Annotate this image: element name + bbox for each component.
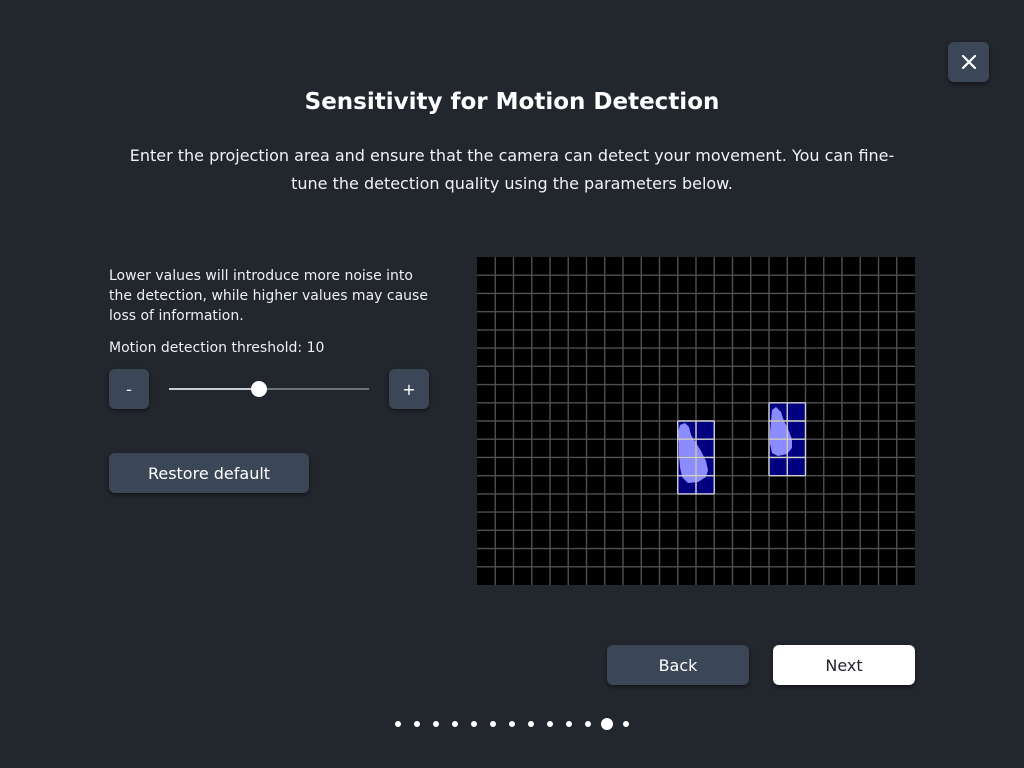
restore-default-button[interactable]: Restore default bbox=[109, 453, 309, 493]
page-dot[interactable] bbox=[471, 721, 477, 727]
page-indicator bbox=[389, 714, 635, 734]
page-dot[interactable] bbox=[623, 721, 629, 727]
decrease-threshold-button[interactable]: - bbox=[109, 369, 149, 409]
threshold-help-text: Lower values will introduce more noise i… bbox=[109, 268, 428, 324]
page-dot[interactable] bbox=[585, 721, 591, 727]
page-dot[interactable] bbox=[566, 721, 572, 727]
active-motion-cell bbox=[787, 402, 806, 421]
page-dot[interactable] bbox=[452, 721, 458, 727]
back-button[interactable]: Back bbox=[607, 645, 749, 685]
threshold-label: Motion detection threshold: 10 bbox=[109, 340, 325, 356]
page-dot[interactable] bbox=[395, 721, 401, 727]
page-description: Enter the projection area and ensure tha… bbox=[129, 146, 895, 193]
increase-threshold-button[interactable]: + bbox=[389, 369, 429, 409]
active-motion-cell bbox=[787, 457, 806, 476]
page-title: Sensitivity for Motion Detection bbox=[304, 89, 720, 115]
camera-motion-preview bbox=[477, 257, 915, 585]
next-button[interactable]: Next bbox=[773, 645, 915, 685]
slider-fill bbox=[169, 388, 259, 390]
page-dot[interactable] bbox=[490, 721, 496, 727]
active-motion-cell bbox=[769, 457, 788, 476]
active-motion-cell bbox=[696, 421, 715, 440]
close-icon bbox=[961, 54, 976, 70]
page-dot-active[interactable] bbox=[601, 718, 613, 730]
page-dot[interactable] bbox=[509, 721, 515, 727]
motion-sensitivity-screen: Sensitivity for Motion Detection Enter t… bbox=[0, 0, 1024, 768]
page-dot[interactable] bbox=[433, 721, 439, 727]
page-dot[interactable] bbox=[547, 721, 553, 727]
close-button[interactable] bbox=[948, 42, 989, 82]
page-dot[interactable] bbox=[414, 721, 420, 727]
page-dot[interactable] bbox=[528, 721, 534, 727]
slider-thumb[interactable] bbox=[251, 381, 267, 397]
threshold-slider[interactable] bbox=[169, 378, 369, 400]
motion-grid bbox=[477, 257, 915, 585]
